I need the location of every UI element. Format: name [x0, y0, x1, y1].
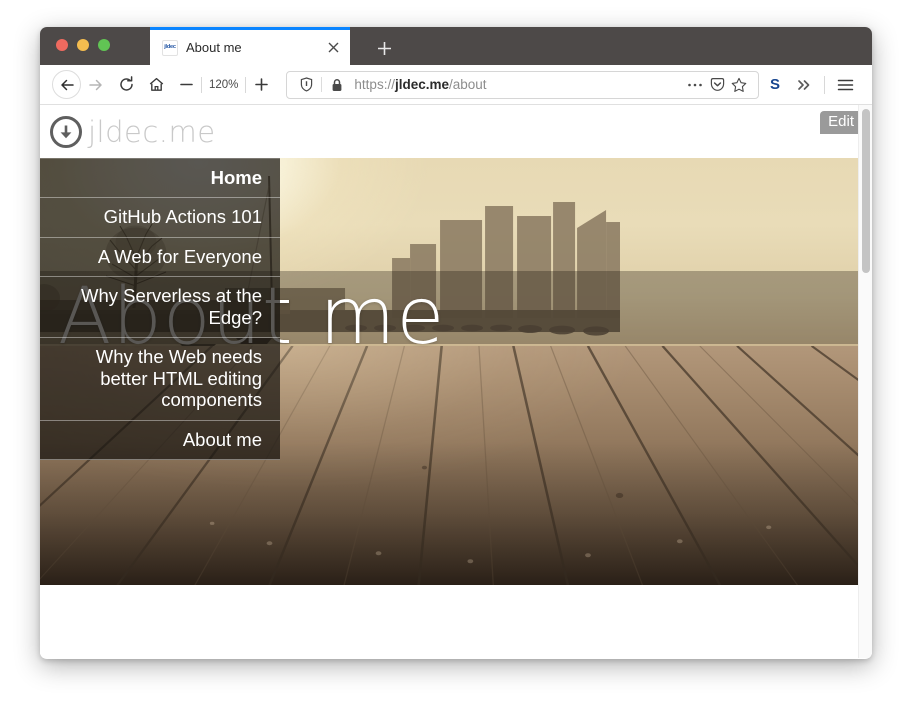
url-domain: jldec.me — [394, 77, 449, 92]
window-controls — [56, 39, 110, 51]
reload-icon[interactable] — [111, 70, 141, 100]
zoom-in-button[interactable] — [246, 70, 276, 100]
edit-button[interactable]: Edit — [820, 111, 862, 135]
url-text[interactable]: https://jldec.me/about — [348, 77, 684, 92]
zoom-controls: 120% — [171, 70, 276, 100]
ellipsis-icon[interactable] — [684, 75, 706, 95]
page-viewport: jldec.me Edit me Home GitHub Actions 101… — [40, 105, 872, 658]
nav-item-a-web-for-everyone[interactable]: A Web for Everyone — [40, 237, 280, 278]
padlock-icon — [326, 75, 348, 95]
url-path: /about — [448, 77, 487, 92]
toolbar-extensions: S — [761, 70, 860, 100]
jldec-favicon: jldec — [162, 39, 178, 56]
site-navigation: Home GitHub Actions 101 A Web for Everyo… — [40, 158, 280, 461]
download-circle-icon[interactable] — [50, 115, 82, 148]
forward-arrow-icon[interactable] — [81, 70, 111, 100]
hero-banner: About me Home GitHub Actions 101 A Web f… — [40, 158, 872, 585]
minimize-window-button[interactable] — [77, 39, 89, 51]
favicon-label: jldec — [164, 43, 176, 50]
nav-item-github-actions-101[interactable]: GitHub Actions 101 — [40, 198, 280, 238]
chevron-double-right-icon[interactable] — [789, 70, 819, 100]
site-header: jldec.me Edit — [40, 105, 872, 158]
back-arrow-icon[interactable] — [52, 70, 81, 99]
vertical-scrollbar[interactable] — [858, 105, 872, 658]
scrollbar-thumb[interactable] — [862, 109, 870, 273]
nav-item-why-the-web-needs-better-html-editing-components[interactable]: Why the Web needs better HTML editing co… — [40, 338, 280, 421]
close-window-button[interactable] — [56, 39, 68, 51]
close-icon[interactable] — [324, 39, 342, 57]
pocket-icon[interactable] — [706, 75, 728, 95]
page-content-area — [40, 585, 872, 658]
tab-about-me[interactable]: jldec About me — [150, 27, 350, 65]
browser-window: jldec About me 120% https://jldec.me/abo… — [40, 27, 872, 659]
nav-item-about-me[interactable]: About me — [40, 420, 280, 461]
url-prefix: https:// — [354, 77, 395, 92]
url-bar[interactable]: https://jldec.me/about — [286, 70, 759, 99]
browser-toolbar: 120% https://jldec.me/about S — [40, 65, 872, 105]
zoom-level-label[interactable]: 120% — [202, 79, 245, 91]
divider — [824, 75, 825, 94]
tab-strip: jldec About me — [40, 27, 872, 65]
home-icon[interactable] — [141, 70, 171, 100]
star-icon[interactable] — [728, 75, 750, 95]
hamburger-menu-icon[interactable] — [830, 70, 860, 100]
nav-item-why-serverless-at-the-edge[interactable]: Why Serverless at the Edge? — [40, 277, 280, 339]
site-logo-text[interactable]: jldec.me — [88, 115, 216, 149]
new-tab-button[interactable] — [372, 36, 396, 60]
zoom-out-button[interactable] — [171, 70, 201, 100]
extension-s-button[interactable]: S — [761, 76, 789, 93]
nav-item-home[interactable]: Home — [40, 158, 280, 199]
maximize-window-button[interactable] — [98, 39, 110, 51]
tab-title: About me — [186, 40, 242, 55]
divider — [321, 77, 323, 92]
shield-icon[interactable] — [295, 75, 317, 95]
